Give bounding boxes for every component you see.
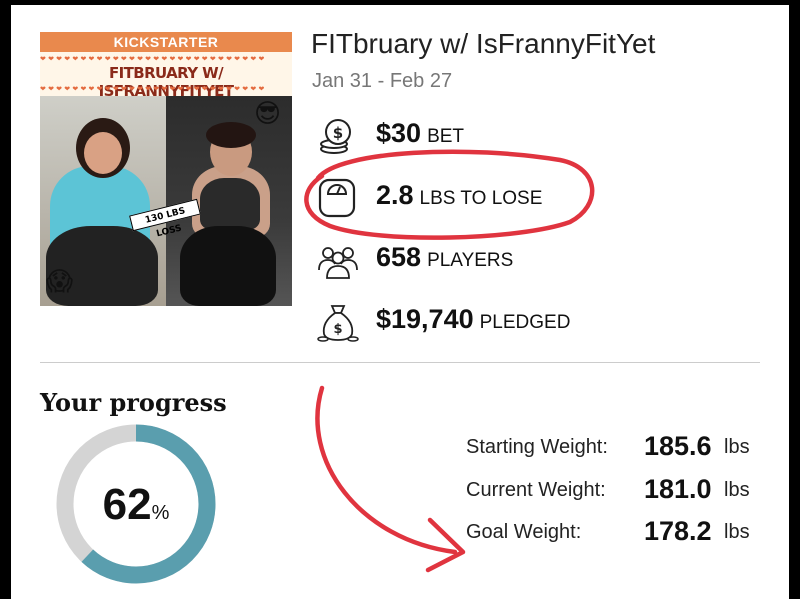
starting-weight-value: 185.6 [644, 431, 712, 461]
progress-percent-symbol: % [151, 502, 170, 524]
money-bag-icon: $ [317, 305, 359, 342]
current-weight-value: 181.0 [644, 474, 712, 504]
progress-title: Your progress [40, 388, 227, 417]
pledged-unit: PLEDGED [479, 312, 571, 333]
stat-to-lose: 2.8 LBS TO LOSE [316, 176, 646, 220]
progress-percent-value: 62 [102, 480, 152, 529]
stat-players: 658 PLAYERS [316, 238, 646, 282]
challenge-title[interactable]: FITbruary w/ IsFrannyFitYet [311, 28, 655, 60]
top-frame-border [0, 0, 800, 5]
starting-weight-unit: lbs [724, 436, 750, 458]
challenge-image[interactable]: KICKSTARTER ❤ ❤ ❤ ❤ ❤ ❤ ❤ ❤ ❤ ❤ ❤ ❤ ❤ ❤ … [40, 32, 292, 306]
current-weight-unit: lbs [724, 479, 750, 501]
current-weight-row: Current Weight: 181.0 lbs [466, 473, 766, 505]
players-value: 658 [376, 242, 422, 272]
heart-border-bottom: ❤ ❤ ❤ ❤ ❤ ❤ ❤ ❤ ❤ ❤ ❤ ❤ ❤ ❤ ❤ ❤ ❤ ❤ ❤ ❤ … [40, 85, 265, 93]
goal-weight-value: 178.2 [644, 516, 712, 546]
svg-text:$: $ [333, 322, 342, 337]
right-frame-border [789, 0, 800, 599]
players-unit: PLAYERS [427, 250, 514, 271]
goal-weight-unit: lbs [724, 521, 750, 543]
current-weight-label: Current Weight: [466, 479, 606, 501]
coins-icon: $ [320, 119, 351, 154]
bet-value: $30 [376, 118, 422, 148]
svg-text:$: $ [333, 124, 343, 142]
left-frame-border [0, 0, 11, 599]
scale-icon [318, 178, 356, 218]
section-divider [40, 362, 760, 363]
before-photo: 😱 [40, 96, 166, 306]
heart-border-top: ❤ ❤ ❤ ❤ ❤ ❤ ❤ ❤ ❤ ❤ ❤ ❤ ❤ ❤ ❤ ❤ ❤ ❤ ❤ ❤ … [40, 55, 265, 63]
annotation-arrow-curve [315, 385, 458, 555]
challenge-dates: Jan 31 - Feb 27 [312, 70, 453, 92]
shocked-face-icon: 😱 [46, 267, 74, 297]
goal-weight-row: Goal Weight: 178.2 lbs [466, 515, 766, 547]
to-lose-value: 2.8 [376, 180, 414, 210]
annotation-arrow-head [425, 517, 466, 573]
stat-pledged: $ $19,740 PLEDGED [316, 300, 646, 344]
people-icon [318, 247, 358, 279]
starting-weight-row: Starting Weight: 185.6 lbs [466, 430, 766, 462]
bet-unit: BET [427, 126, 465, 147]
sunglasses-face-icon: 😎 [254, 99, 282, 129]
stat-bet: $ $30 BET [316, 114, 646, 158]
pledged-value: $19,740 [376, 304, 474, 334]
progress-percent: 62% [54, 480, 218, 530]
image-title-strip: ❤ ❤ ❤ ❤ ❤ ❤ ❤ ❤ ❤ ❤ ❤ ❤ ❤ ❤ ❤ ❤ ❤ ❤ ❤ ❤ … [40, 52, 292, 100]
goal-weight-label: Goal Weight: [466, 521, 582, 543]
starting-weight-label: Starting Weight: [466, 436, 608, 458]
to-lose-unit: LBS TO LOSE [419, 188, 543, 209]
kickstarter-banner: KICKSTARTER [40, 32, 292, 52]
image-title-text: FITBRUARY W/ ISFRANNYFITYET [98, 64, 234, 100]
